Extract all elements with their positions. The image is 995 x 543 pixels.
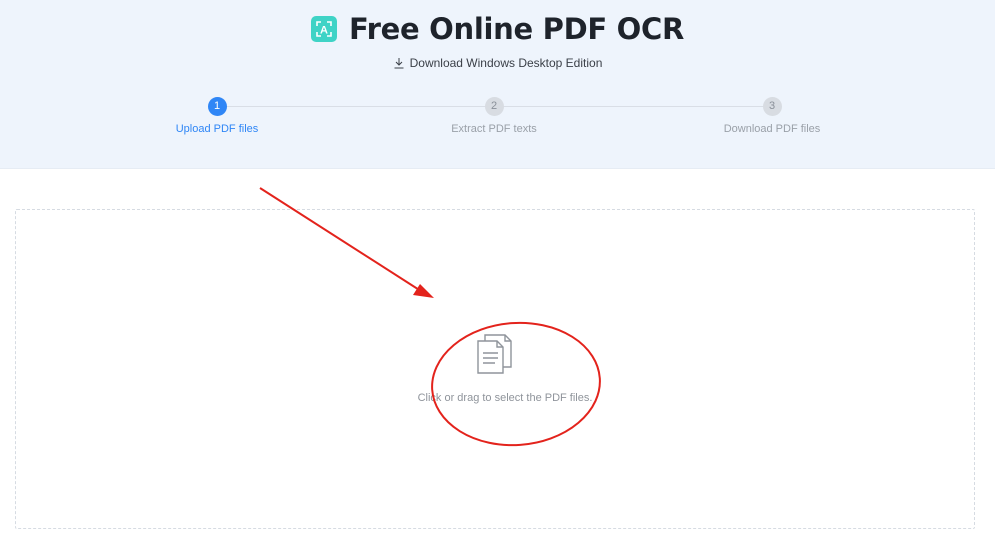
- step-extract: 2 Extract PDF texts: [394, 97, 594, 135]
- ocr-scan-icon: A: [310, 16, 337, 42]
- dropzone-instructions: Click or drag to select the PDF files.: [417, 392, 593, 404]
- step-number: 3: [762, 97, 782, 116]
- header: A Free Online PDF OCR Download Windows D…: [0, 0, 995, 169]
- download-icon: [394, 58, 404, 69]
- download-desktop-link[interactable]: Download Windows Desktop Edition: [0, 56, 995, 70]
- step-label: Download PDF files: [723, 123, 821, 135]
- title-row: A Free Online PDF OCR: [0, 12, 995, 46]
- svg-text:A: A: [320, 25, 328, 37]
- step-download: 3 Download PDF files: [672, 97, 872, 135]
- step-number: 2: [484, 97, 504, 116]
- step-number: 1: [207, 97, 227, 116]
- page-title: Free Online PDF OCR: [348, 12, 685, 46]
- step-upload: 1 Upload PDF files: [117, 97, 317, 135]
- files-icon: [477, 334, 512, 374]
- download-link-label: Download Windows Desktop Edition: [409, 56, 603, 70]
- step-label: Extract PDF texts: [451, 123, 537, 135]
- step-label: Upload PDF files: [175, 123, 259, 135]
